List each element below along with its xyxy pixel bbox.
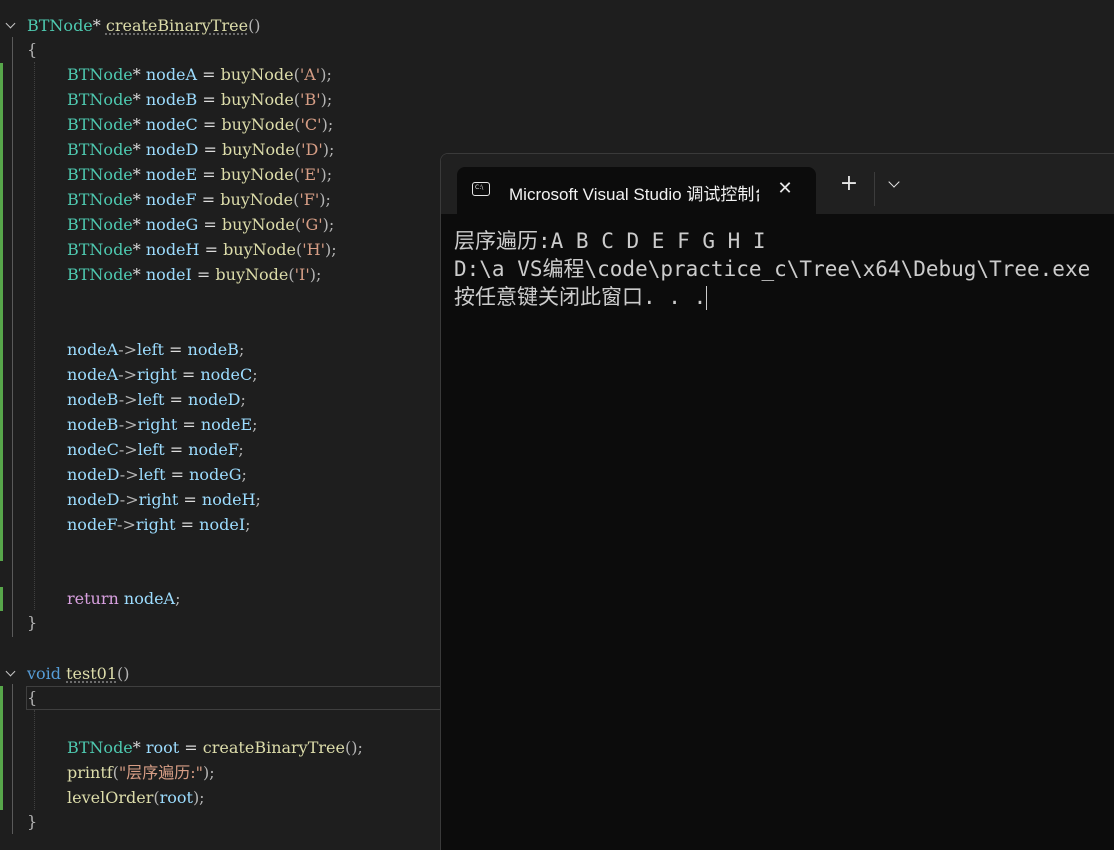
divider (874, 172, 875, 206)
code-line-func2-signature[interactable]: void test01() (27, 661, 130, 686)
debug-console-window[interactable]: Microsoft Visual Studio 调试控制台 ✕ + 层序遍历:A… (440, 153, 1114, 850)
code-line-node-link[interactable]: nodeD->right = nodeH; (67, 487, 261, 512)
code-line-node-link[interactable]: nodeA->right = nodeC; (67, 362, 258, 387)
code-line-node-link[interactable]: nodeA->left = nodeB; (67, 337, 244, 362)
code-line-node-decl[interactable]: BTNode* nodeH = buyNode('H'); (67, 237, 337, 262)
indent-guide (34, 710, 35, 810)
console-output-line: D:\a VS编程\code\practice_c\Tree\x64\Debug… (454, 257, 1091, 281)
title-bar[interactable]: Microsoft Visual Studio 调试控制台 ✕ + (441, 154, 1114, 214)
code-line-open-brace[interactable]: { (27, 685, 37, 710)
terminal-icon (472, 182, 490, 196)
chevron-down-icon[interactable] (886, 178, 904, 192)
code-line-node-decl[interactable]: BTNode* nodeB = buyNode('B'); (67, 87, 332, 112)
console-output-line: 按任意键关闭此窗口. . . (454, 283, 708, 311)
code-line-node-decl[interactable]: BTNode* nodeF = buyNode('F'); (67, 187, 331, 212)
new-tab-button[interactable]: + (836, 172, 862, 198)
code-line-root-decl[interactable]: BTNode* root = createBinaryTree(); (67, 735, 363, 760)
console-tab[interactable]: Microsoft Visual Studio 调试控制台 ✕ (457, 167, 816, 214)
code-line-node-link[interactable]: nodeF->right = nodeI; (67, 512, 251, 537)
code-line-node-link[interactable]: nodeC->left = nodeF; (67, 437, 244, 462)
change-indicator (0, 686, 3, 810)
code-line-close-brace[interactable]: } (27, 809, 37, 834)
code-line-node-decl[interactable]: BTNode* nodeI = buyNode('I'); (67, 262, 321, 287)
fold-toggle-icon[interactable] (4, 19, 18, 33)
fold-toggle-icon[interactable] (4, 667, 18, 681)
current-line-highlight (26, 686, 447, 710)
code-line-close-brace[interactable]: } (27, 610, 37, 635)
code-line-node-link[interactable]: nodeB->left = nodeD; (67, 387, 246, 412)
tab-title: Microsoft Visual Studio 调试控制台 (509, 185, 759, 202)
code-line-node-decl[interactable]: BTNode* nodeE = buyNode('E'); (67, 162, 332, 187)
code-line-node-link[interactable]: nodeB->right = nodeE; (67, 412, 258, 437)
indent-guide (34, 62, 35, 610)
code-line-node-decl[interactable]: BTNode* nodeC = buyNode('C'); (67, 112, 333, 137)
code-line-node-decl[interactable]: BTNode* nodeG = buyNode('G'); (67, 212, 334, 237)
scope-bracket (12, 37, 13, 637)
console-prompt-text: 按任意键关闭此窗口. . . (454, 285, 707, 309)
code-line-node-decl[interactable]: BTNode* nodeA = buyNode('A'); (67, 62, 332, 87)
code-line-node-decl[interactable]: BTNode* nodeD = buyNode('D'); (67, 137, 334, 162)
code-line-levelorder[interactable]: levelOrder(root); (67, 785, 205, 810)
code-line-node-link[interactable]: nodeD->left = nodeG; (67, 462, 247, 487)
scope-bracket (12, 684, 13, 834)
code-line-printf[interactable]: printf("层序遍历:"); (67, 760, 215, 785)
code-line-open-brace[interactable]: { (27, 37, 37, 62)
change-indicator (0, 587, 3, 611)
code-line-func1-signature[interactable]: BTNode* createBinaryTree() (27, 13, 261, 38)
close-icon[interactable]: ✕ (774, 178, 796, 200)
text-cursor (706, 286, 708, 310)
code-line-return[interactable]: return nodeA; (67, 586, 181, 611)
console-output-line: 层序遍历:A B C D E F G H I (454, 229, 766, 253)
change-indicator (0, 63, 3, 561)
